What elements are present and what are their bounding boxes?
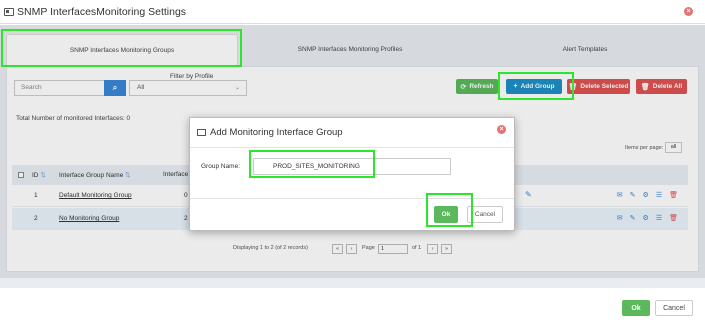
group-name-label: Group Name: xyxy=(201,163,241,170)
dialog-window-icon xyxy=(197,129,206,136)
dialog-ok-button[interactable]: Ok xyxy=(434,206,458,223)
dialog-cancel-label: Cancel xyxy=(474,211,496,218)
dialog-ok-label: Ok xyxy=(441,211,451,218)
footer-ok-label: Ok xyxy=(631,304,641,312)
footer-cancel-label: Cancel xyxy=(663,304,685,312)
footer-cancel-button[interactable]: Cancel xyxy=(655,300,693,316)
dialog-title: Add Monitoring Interface Group xyxy=(210,127,343,138)
dialog-header: Add Monitoring Interface Group xyxy=(190,118,514,148)
window-icon xyxy=(4,7,14,16)
group-name-input[interactable]: PROD_SITES_MONITORING xyxy=(253,158,451,175)
window-title: SNMP InterfacesMonitoring Settings xyxy=(17,5,187,18)
footer-ok-button[interactable]: Ok xyxy=(622,300,650,316)
window-titlebar: SNMP InterfacesMonitoring Settings xyxy=(0,0,705,24)
dialog-close-icon[interactable]: × xyxy=(497,125,506,134)
dialog-cancel-button[interactable]: Cancel xyxy=(467,206,503,223)
add-group-dialog: Add Monitoring Interface Group × Group N… xyxy=(189,117,515,231)
close-icon[interactable]: × xyxy=(684,7,693,16)
dialog-footer xyxy=(190,198,514,230)
